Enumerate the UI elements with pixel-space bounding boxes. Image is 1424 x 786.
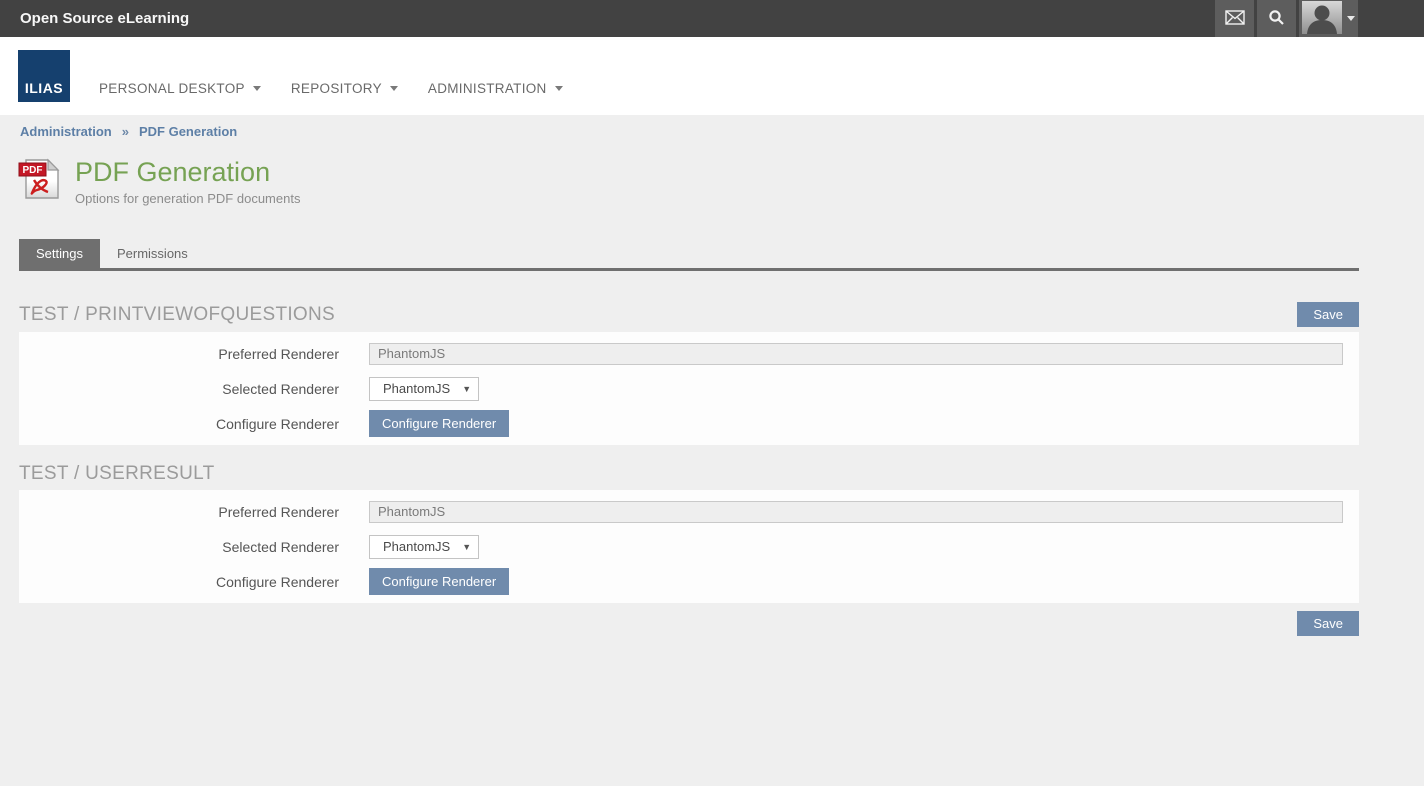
nav-item-label: PERSONAL DESKTOP [99,81,245,96]
field-control: Configure Renderer [369,568,1359,595]
chevron-down-icon [1347,16,1355,21]
section-header-printviewofquestions: TEST / PRINTVIEWOFQUESTIONS Save [19,302,1359,327]
nav-item-repository[interactable]: REPOSITORY [291,81,398,96]
field-label: Preferred Renderer [19,504,369,520]
search-button[interactable] [1257,0,1296,37]
search-icon [1268,9,1285,29]
top-bar: Open Source eLearning [0,0,1424,37]
field-control: Configure Renderer [369,410,1359,437]
section-title: TEST / PRINTVIEWOFQUESTIONS [19,304,335,326]
selected-value: PhantomJS [383,539,450,554]
main-navigation: PERSONAL DESKTOP REPOSITORY ADMINISTRATI… [99,81,563,96]
configure-renderer-button[interactable]: Configure Renderer [369,568,509,595]
form-row-selected-renderer: Selected Renderer PhantomJS ▼ [19,529,1359,564]
field-label: Configure Renderer [19,416,369,432]
form-row-preferred-renderer: Preferred Renderer [19,494,1359,529]
form-row-configure-renderer: Configure Renderer Configure Renderer [19,406,1359,441]
save-button-top[interactable]: Save [1297,302,1359,327]
field-label: Selected Renderer [19,381,369,397]
save-button-bottom[interactable]: Save [1297,611,1359,636]
bottom-toolbar: Save [19,611,1359,636]
site-title: Open Source eLearning [0,0,1215,37]
field-control [369,343,1359,365]
chevron-down-icon: ▼ [462,542,471,552]
field-control [369,501,1359,523]
ilias-logo[interactable]: ILIAS [18,50,70,102]
breadcrumb-pdf-generation[interactable]: PDF Generation [139,124,237,139]
selected-value: PhantomJS [383,381,450,396]
chevron-down-icon [555,86,563,91]
section-title: TEST / USERRESULT [19,463,215,485]
tab-bar: Settings Permissions [19,239,1424,268]
nav-item-administration[interactable]: ADMINISTRATION [428,81,563,96]
preferred-renderer-input [369,343,1343,365]
mail-button[interactable] [1215,0,1254,37]
form-userresult: Preferred Renderer Selected Renderer Pha… [19,490,1359,603]
main-content: TEST / PRINTVIEWOFQUESTIONS Save Preferr… [19,302,1359,636]
chevron-down-icon [390,86,398,91]
user-avatar [1302,1,1342,37]
form-row-preferred-renderer: Preferred Renderer [19,336,1359,371]
section-header-userresult: TEST / USERRESULT [19,463,1359,485]
chevron-down-icon [253,86,261,91]
configure-renderer-button[interactable]: Configure Renderer [369,410,509,437]
tab-permissions[interactable]: Permissions [100,239,205,268]
field-control: PhantomJS ▼ [369,535,1359,559]
page-title: PDF Generation [75,157,300,188]
selected-renderer-select[interactable]: PhantomJS ▼ [369,535,479,559]
topbar-actions [1215,0,1358,37]
nav-item-label: ADMINISTRATION [428,81,547,96]
form-printviewofquestions: Preferred Renderer Selected Renderer Pha… [19,332,1359,445]
user-menu-button[interactable] [1299,0,1358,37]
field-label: Configure Renderer [19,574,369,590]
selected-renderer-select[interactable]: PhantomJS ▼ [369,377,479,401]
breadcrumb-separator: » [122,124,129,139]
page-title-block: PDF PDF Generation Options for generatio… [18,157,1424,206]
preferred-renderer-input [369,501,1343,523]
page-subtitle: Options for generation PDF documents [75,191,300,206]
tab-settings[interactable]: Settings [19,239,100,268]
field-label: Preferred Renderer [19,346,369,362]
nav-item-personal-desktop[interactable]: PERSONAL DESKTOP [99,81,261,96]
pdf-file-icon: PDF [18,157,62,206]
form-row-configure-renderer: Configure Renderer Configure Renderer [19,564,1359,599]
mail-icon [1225,10,1245,28]
main-header: ILIAS PERSONAL DESKTOP REPOSITORY ADMINI… [0,37,1424,115]
chevron-down-icon: ▼ [462,384,471,394]
field-control: PhantomJS ▼ [369,377,1359,401]
tab-underline [19,268,1359,271]
field-label: Selected Renderer [19,539,369,555]
breadcrumb-administration[interactable]: Administration [20,124,112,139]
svg-text:PDF: PDF [23,165,43,176]
breadcrumb: Administration » PDF Generation [0,115,1424,139]
nav-item-label: REPOSITORY [291,81,382,96]
form-row-selected-renderer: Selected Renderer PhantomJS ▼ [19,371,1359,406]
